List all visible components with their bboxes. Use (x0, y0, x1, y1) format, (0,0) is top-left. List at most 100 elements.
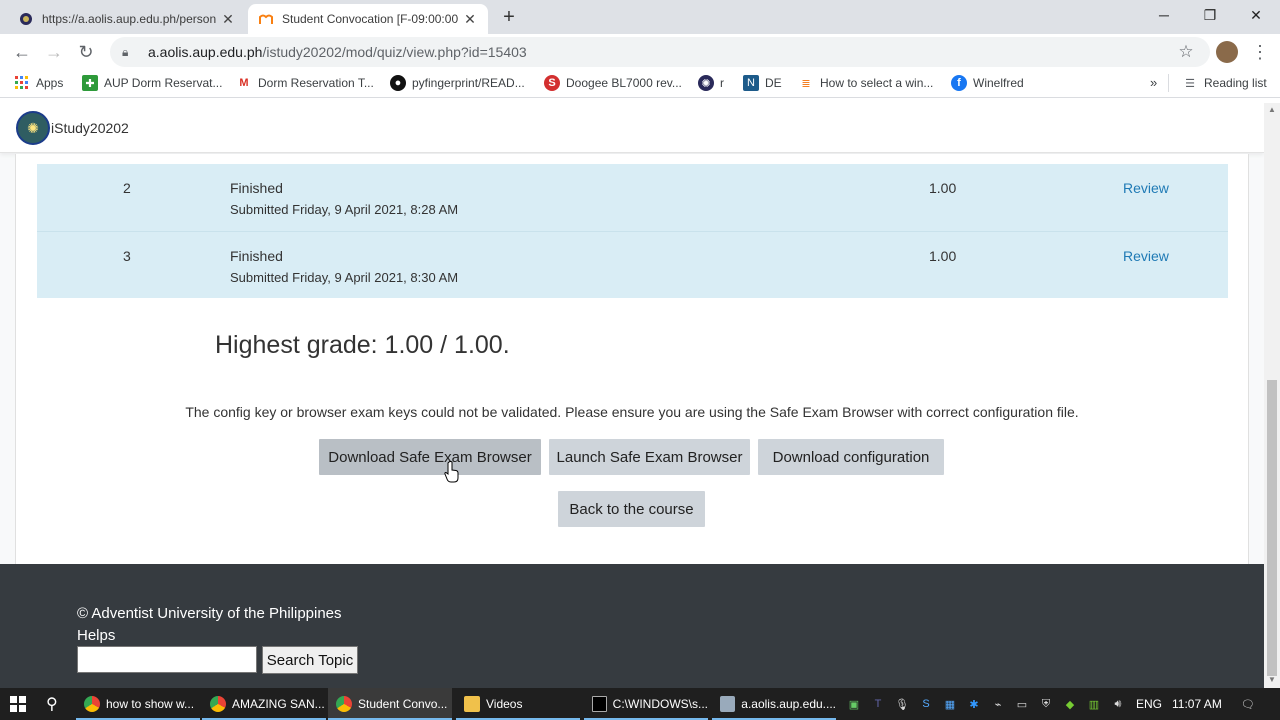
reading-list-button[interactable]: ☰ Reading list (1182, 75, 1267, 91)
bookmark-doogee[interactable]: S Doogee BL7000 rev... (544, 75, 682, 91)
bookmark-dorm-reservation[interactable]: M Dorm Reservation T... (236, 75, 373, 91)
more-bookmarks-button[interactable]: » (1150, 75, 1157, 90)
bookmark-star-icon[interactable]: ☆ (1174, 40, 1198, 64)
bookmark-label: How to select a win... (820, 76, 934, 90)
cmd-icon (592, 696, 607, 712)
taskbar-item-videos[interactable]: Videos (456, 688, 580, 720)
site-logo[interactable]: ✺ (16, 111, 50, 145)
attempt-row: 3 Finished Submitted Friday, 9 April 202… (37, 231, 1228, 298)
page-scrollbar[interactable]: ▲ ▼ (1264, 103, 1280, 688)
bookmark-pyfingerprint[interactable]: ● pyfingerprint/READ... (390, 75, 525, 91)
chrome-icon (210, 696, 226, 712)
attempt-number: 2 (123, 180, 131, 196)
clock[interactable]: 11:07 AM (1172, 688, 1222, 720)
site-name[interactable]: iStudy20202 (51, 120, 129, 136)
bookmark-label: DE (765, 76, 782, 90)
scroll-up-icon[interactable]: ▲ (1264, 105, 1280, 119)
start-button[interactable] (10, 688, 26, 720)
bookmark-label: r (720, 76, 724, 90)
windows-logo-icon (10, 696, 26, 712)
attempt-grade: 1.00 (929, 248, 957, 264)
chrome-icon (336, 696, 352, 712)
network-icon[interactable]: ▭ (1014, 696, 1030, 712)
site-navbar: ✺ iStudy20202 (0, 103, 1264, 153)
taskbar-item-cmd[interactable]: C:\WINDOWS\s... (584, 688, 708, 720)
download-configuration-button[interactable]: Download configuration (758, 439, 944, 475)
page-viewport: ✺ iStudy20202 2 Finished Submitted Frida… (0, 103, 1264, 688)
bookmark-label: Winelfred (973, 76, 1024, 90)
download-seb-button[interactable]: Download Safe Exam Browser (319, 439, 541, 475)
minimize-icon[interactable]: ─ (1141, 0, 1187, 30)
green-plus-icon: ✚ (82, 75, 98, 91)
chrome-icon (84, 696, 100, 712)
tab-title: Student Convocation [F-09:00:00 (282, 12, 459, 26)
microphone-icon[interactable]: 🎙︎ (894, 696, 910, 712)
back-to-course-button[interactable]: Back to the course (558, 491, 705, 527)
taskbar-item-label: C:\WINDOWS\s... (612, 697, 708, 711)
attempt-state: Finished (230, 180, 283, 196)
stack-icon: ≣ (801, 77, 811, 90)
volume-icon[interactable]: 🔊︎ (1110, 696, 1126, 712)
taskbar-item-student-convo[interactable]: Student Convo... (328, 688, 452, 720)
new-tab-button[interactable]: + (498, 7, 520, 29)
bookmark-r[interactable]: ✺ r (698, 75, 724, 91)
taskbar-item-label: a.aolis.aup.edu.... (741, 697, 836, 711)
attempt-number: 3 (123, 248, 131, 264)
language-indicator[interactable]: ENG (1136, 688, 1162, 720)
address-bar[interactable]: 🔒︎ a.aolis.aup.edu.ph/istudy20202/mod/qu… (110, 37, 1210, 67)
tray-blue-icon[interactable]: ▦ (942, 696, 958, 712)
attempt-submitted: Submitted Friday, 9 April 2021, 8:30 AM (230, 270, 459, 285)
attempt-row: 2 Finished Submitted Friday, 9 April 202… (37, 164, 1228, 231)
help-search-input[interactable] (77, 646, 257, 673)
main-content: 2 Finished Submitted Friday, 9 April 202… (15, 154, 1249, 564)
close-tab-icon[interactable]: ✕ (220, 11, 236, 28)
bluetooth-icon[interactable]: ✱ (966, 696, 982, 712)
teams-icon[interactable]: T (870, 696, 886, 712)
taskbar-item-label: how to show w... (106, 697, 195, 711)
taskbar-item-how-to-show[interactable]: how to show w... (76, 688, 200, 720)
taskbar-item-label: AMAZING SAN... (232, 697, 325, 711)
menu-kebab-icon[interactable]: ⋮ (1248, 40, 1272, 64)
close-window-icon[interactable]: ✕ (1233, 0, 1279, 30)
close-tab-icon[interactable]: ✕ (462, 11, 478, 28)
notifications-icon[interactable]: 🗨︎ (1240, 696, 1256, 712)
launch-seb-button[interactable]: Launch Safe Exam Browser (549, 439, 750, 475)
reading-list-label: Reading list (1204, 76, 1267, 90)
reload-icon[interactable]: ↻ (74, 40, 98, 64)
scroll-down-icon[interactable]: ▼ (1264, 675, 1280, 689)
reading-list-icon: ☰ (1185, 77, 1195, 90)
forward-arrow-icon[interactable]: → (42, 40, 66, 64)
bookmark-how-to-select[interactable]: ≣ How to select a win... (798, 75, 933, 91)
bookmark-label: Doogee BL7000 rev... (566, 76, 682, 90)
back-arrow-icon[interactable]: ← (10, 40, 34, 64)
bookmark-apps[interactable]: Apps (14, 75, 63, 91)
facebook-icon: f (951, 75, 967, 91)
lock-icon: 🔒︎ (122, 44, 129, 59)
helps-label: Helps (77, 627, 116, 644)
profile-avatar[interactable] (1216, 41, 1238, 63)
taskbar-item-amazing[interactable]: AMAZING SAN... (202, 688, 326, 720)
usb-icon[interactable]: ⌁ (990, 696, 1006, 712)
tray-app-icon[interactable]: ▣ (846, 696, 862, 712)
bookmark-aup-dorm[interactable]: ✚ AUP Dorm Reservat... (82, 75, 222, 91)
taskbar-item-label: Student Convo... (358, 697, 448, 711)
tab-student-convocation[interactable]: Student Convocation [F-09:00:00 ✕ (248, 4, 488, 34)
search-topic-button[interactable]: Search Topic (262, 646, 358, 674)
bookmark-label: pyfingerprint/READ... (412, 76, 525, 90)
tab-personal[interactable]: https://a.aolis.aup.edu.ph/person ✕ (8, 4, 246, 34)
restore-icon[interactable]: ❐ (1187, 0, 1233, 30)
nvidia-icon[interactable]: ◆ (1062, 696, 1078, 712)
search-icon[interactable]: ⚲ (46, 688, 58, 720)
battery-icon[interactable]: ▥ (1086, 696, 1102, 712)
seb-warning-text: The config key or browser exam keys coul… (185, 404, 1079, 420)
security-shield-icon[interactable]: ⛨ (1038, 696, 1054, 712)
skype-icon[interactable]: S (918, 696, 934, 712)
review-link[interactable]: Review (1123, 180, 1169, 196)
bookmark-de[interactable]: N DE (743, 75, 782, 91)
review-link[interactable]: Review (1123, 248, 1169, 264)
bookmark-winelfred[interactable]: f Winelfred (951, 75, 1024, 91)
taskbar-item-aolis[interactable]: a.aolis.aup.edu.... (712, 688, 836, 720)
bookmark-label: Apps (36, 76, 64, 90)
scroll-thumb[interactable] (1267, 380, 1277, 676)
windows-taskbar: ⚲ how to show w... AMAZING SAN... Studen… (0, 688, 1280, 720)
